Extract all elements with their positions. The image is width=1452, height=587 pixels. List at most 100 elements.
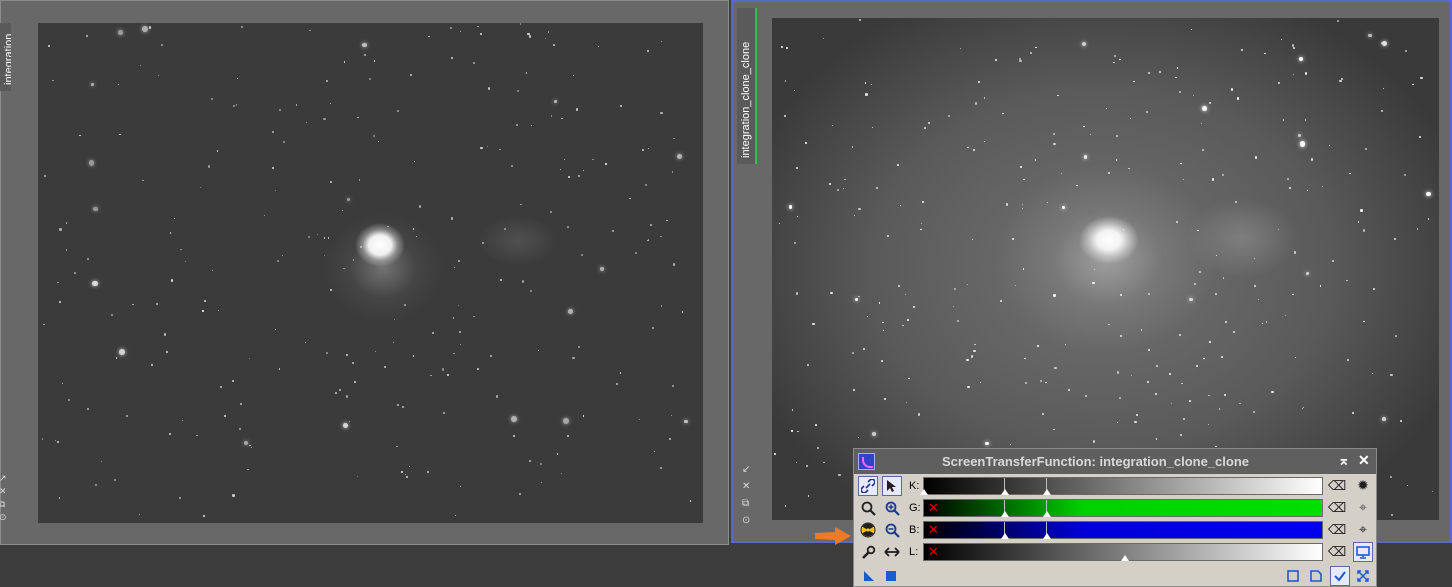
track-view-icon[interactable] bbox=[1309, 569, 1323, 583]
image-window-integration[interactable]: integration ↗ ✕ ⧉ ⊙ bbox=[0, 0, 729, 545]
star bbox=[450, 56, 454, 60]
star bbox=[323, 237, 326, 239]
cross-icon[interactable]: ✕ bbox=[742, 481, 750, 492]
star bbox=[427, 471, 430, 474]
stf-slider-k[interactable] bbox=[920, 477, 1323, 495]
star bbox=[480, 146, 483, 150]
zoom-out-icon[interactable] bbox=[882, 520, 902, 540]
star bbox=[1115, 159, 1118, 161]
star bbox=[486, 145, 489, 148]
star bbox=[971, 355, 974, 358]
star bbox=[899, 204, 901, 207]
reset-k-icon[interactable]: ⌫ bbox=[1328, 477, 1346, 495]
star bbox=[48, 44, 51, 48]
midtones-handle[interactable] bbox=[1001, 489, 1009, 495]
star bbox=[654, 451, 656, 453]
browse-docs-icon[interactable] bbox=[1286, 569, 1300, 583]
copy-icon[interactable]: ⧉ bbox=[0, 500, 7, 510]
star bbox=[812, 322, 815, 326]
star bbox=[884, 398, 886, 400]
star bbox=[58, 300, 61, 303]
star bbox=[93, 206, 98, 212]
star bbox=[1339, 79, 1342, 82]
new-instance-icon[interactable] bbox=[862, 569, 876, 583]
pointer-icon[interactable] bbox=[882, 476, 902, 496]
stf-slider-b[interactable]: ✕ bbox=[923, 521, 1323, 539]
star bbox=[838, 473, 841, 477]
star bbox=[781, 46, 784, 48]
star bbox=[457, 304, 460, 307]
target-icon[interactable]: ⊙ bbox=[0, 513, 7, 523]
star bbox=[576, 108, 579, 111]
star bbox=[503, 227, 506, 230]
star bbox=[952, 306, 954, 308]
star bbox=[240, 25, 243, 29]
auto-stretch-icon[interactable] bbox=[858, 520, 878, 540]
star bbox=[276, 259, 280, 262]
close-icon[interactable]: ✕ bbox=[1358, 452, 1370, 469]
midtones-handle[interactable] bbox=[1001, 533, 1009, 539]
apply-icon[interactable] bbox=[1330, 566, 1350, 586]
star bbox=[844, 178, 846, 181]
monitor-icon[interactable] bbox=[1353, 542, 1373, 562]
star bbox=[326, 351, 328, 354]
target-icon[interactable]: ⊙ bbox=[742, 515, 750, 526]
link-channels-icon[interactable] bbox=[858, 476, 878, 496]
crosshair-icon[interactable]: ⌖ bbox=[1353, 498, 1373, 518]
star bbox=[923, 127, 926, 130]
star bbox=[806, 464, 809, 467]
star bbox=[329, 102, 332, 104]
midtones-handle[interactable] bbox=[1001, 511, 1009, 517]
star bbox=[1128, 168, 1130, 170]
star bbox=[384, 366, 387, 369]
star bbox=[858, 208, 861, 211]
midtones-handle[interactable] bbox=[1121, 555, 1129, 561]
star bbox=[203, 514, 205, 517]
stf-slider-g[interactable]: ✕ bbox=[923, 499, 1323, 517]
star bbox=[871, 431, 876, 436]
highlights-handle[interactable] bbox=[1043, 533, 1051, 539]
star bbox=[513, 434, 516, 437]
star bbox=[413, 161, 416, 163]
reset-b-icon[interactable]: ⌫ bbox=[1328, 521, 1346, 539]
view-tab-integration-clone-clone[interactable]: integration_clone_clone bbox=[737, 8, 757, 164]
reset-l-icon[interactable]: ⌫ bbox=[1328, 543, 1346, 561]
expand-icon[interactable]: ↙ bbox=[742, 464, 750, 475]
star bbox=[1083, 125, 1085, 128]
crosshair-icon[interactable]: ⌖ bbox=[1353, 520, 1373, 540]
star bbox=[1119, 397, 1122, 400]
star bbox=[1394, 237, 1397, 240]
star bbox=[413, 228, 415, 230]
channel-label-g: G: bbox=[909, 502, 921, 514]
copy-icon[interactable]: ⧉ bbox=[742, 498, 750, 509]
star bbox=[271, 166, 274, 169]
star bbox=[830, 291, 833, 294]
reset-all-icon[interactable] bbox=[1356, 569, 1370, 583]
highlights-handle[interactable] bbox=[1043, 489, 1051, 495]
image-canvas-integration[interactable] bbox=[38, 23, 703, 523]
star bbox=[659, 466, 662, 470]
image-canvas-integration-clone-clone[interactable] bbox=[772, 18, 1439, 520]
stf-title-bar[interactable]: ScreenTransferFunction: integration_clon… bbox=[854, 449, 1376, 474]
shade-icon[interactable]: ⌅ bbox=[1338, 452, 1350, 469]
star bbox=[1009, 443, 1011, 445]
zoom-in-icon[interactable] bbox=[882, 498, 902, 518]
view-tab-integration[interactable]: integration bbox=[0, 23, 11, 91]
cross-icon[interactable]: ✕ bbox=[0, 487, 7, 497]
expand-icon[interactable]: ↗ bbox=[0, 474, 7, 484]
star bbox=[126, 415, 128, 418]
stf-slider-l[interactable]: ✕ bbox=[923, 543, 1323, 561]
gear-icon[interactable]: ✹ bbox=[1353, 476, 1373, 496]
horizontal-arrows-icon[interactable] bbox=[882, 542, 902, 562]
star bbox=[983, 141, 985, 143]
shadows-handle[interactable] bbox=[920, 489, 928, 495]
apply-global-icon[interactable] bbox=[884, 569, 898, 583]
star bbox=[1179, 334, 1182, 337]
highlights-handle[interactable] bbox=[1043, 511, 1051, 517]
star bbox=[1122, 228, 1125, 231]
star bbox=[563, 159, 566, 161]
wrench-icon[interactable] bbox=[858, 542, 878, 562]
zoom-in-view-icon[interactable] bbox=[858, 498, 878, 518]
reset-g-icon[interactable]: ⌫ bbox=[1328, 499, 1346, 517]
star bbox=[1391, 513, 1394, 516]
